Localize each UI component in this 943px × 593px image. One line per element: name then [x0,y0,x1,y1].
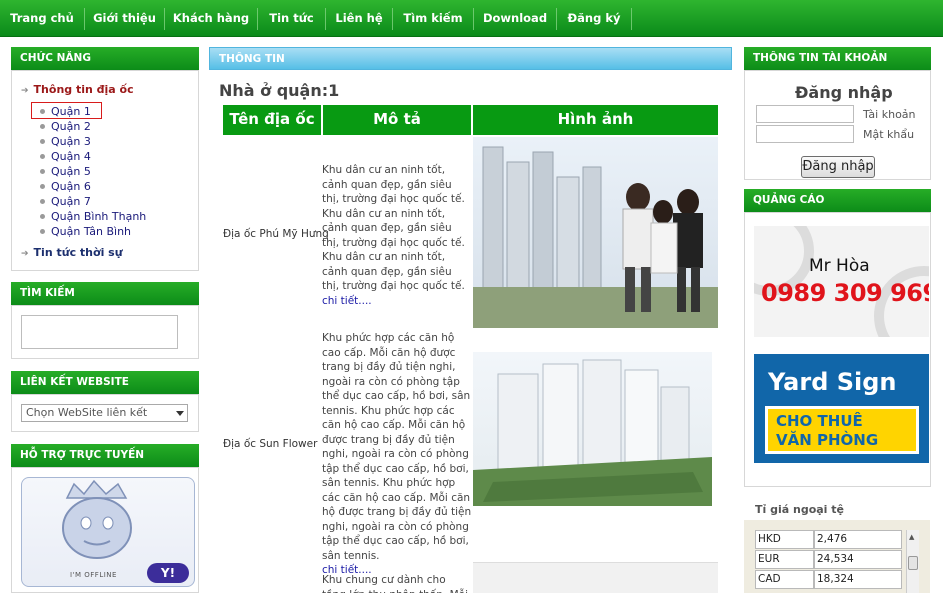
property-description: Khu chung cư dành cho tầng lớp thu nhập … [322,574,468,593]
top-navigation: Trang chủ Giới thiệu Khách hàng Tin tức … [0,0,943,37]
currency-rate: 18,324 [814,570,902,589]
category-real-estate[interactable]: ➔ Thông tin địa ốc [21,83,134,96]
nav-news[interactable]: Tin tức [258,0,325,37]
bullet-icon [40,154,45,159]
scrollbar-thumb[interactable] [908,556,918,570]
column-header-description: Mô tả [323,105,471,135]
username-input[interactable] [756,105,854,123]
info-header: THÔNG TIN [209,47,732,70]
scroll-up-icon[interactable]: ▲ [909,533,914,541]
ad-contact-phone: 0989 309 969 [761,279,929,307]
property-description: Khu phức hợp các căn hộ cao cấp. Mỗi căn… [322,332,472,576]
district-item[interactable]: Quận 3 [51,135,91,148]
bullet-icon [40,139,45,144]
yahoo-logo: Y! [147,563,189,583]
page-title: Nhà ở quận:1 [219,81,340,100]
website-link-select[interactable]: Chọn WebSite liên kết [21,404,188,422]
bullet-icon [40,199,45,204]
property-photo-partial [473,562,718,593]
username-label: Tài khoản [863,108,916,121]
arrow-right-icon: ➔ [21,249,29,259]
functions-header: CHỨC NĂNG [11,47,199,70]
ad-yard-sign-title: Yard Sign [768,368,897,396]
online-support-header: HỖ TRỢ TRỰC TUYẾN [11,444,199,467]
district-item[interactable]: Quận 2 [51,120,91,133]
nav-home[interactable]: Trang chủ [0,0,84,37]
ad-contact-banner[interactable]: Mr Hòa 0989 309 969 [754,226,929,337]
offline-status-text: I'M OFFLINE [70,571,117,579]
property-description: Khu dân cư an ninh tốt, cảnh quan đẹp, g… [322,164,465,307]
currency-rate: 24,534 [814,550,902,569]
category-current-news[interactable]: ➔ Tin tức thời sự [21,246,123,259]
login-title: Đăng nhập [795,83,893,102]
currency-code: HKD [755,530,814,549]
nav-about[interactable]: Giới thiệu [85,0,164,37]
password-label: Mật khẩu [863,128,915,141]
district-item[interactable]: Quận 5 [51,165,91,178]
currency-code: EUR [755,550,814,569]
nav-separator [631,8,632,30]
nav-customers[interactable]: Khách hàng [165,0,257,37]
yahoo-messenger-status[interactable]: I'M OFFLINE Y! [21,477,195,587]
property-photo-towers [473,137,718,328]
currency-rate: 2,476 [814,530,902,549]
district-item[interactable]: Quận 6 [51,180,91,193]
exchange-rate-title: Tỉ giá ngoại tệ [755,503,845,516]
selected-district-highlight [31,102,102,119]
search-header: TÌM KIẾM [11,282,199,305]
exchange-rate-scrollbar[interactable]: ▲ [906,530,919,593]
ad-yard-sign-banner[interactable]: Yard Sign CHO THUÊ VĂN PHÒNG [754,354,929,463]
currency-code: CAD [755,570,814,589]
nav-download[interactable]: Download [474,0,556,37]
ad-contact-name: Mr Hòa [809,256,870,276]
column-header-image: Hình ảnh [473,105,718,135]
bullet-icon [40,184,45,189]
column-header-name: Tên địa ốc [223,105,321,135]
building-model-illustration [473,146,718,328]
arrow-right-icon: ➔ [21,86,29,96]
property-name: Địa ốc Sun Flower [223,438,318,450]
bullet-icon [40,124,45,129]
apartment-complex-illustration [473,359,712,506]
district-item[interactable]: Quận Bình Thạnh [51,210,146,223]
property-name: Địa ốc Phú Mỹ Hưng [223,228,329,240]
nav-search[interactable]: Tìm kiếm [393,0,473,37]
ad-office-rental-box: CHO THUÊ VĂN PHÒNG [765,406,919,454]
account-header: THÔNG TIN TÀI KHOẢN [744,47,931,70]
nav-contact[interactable]: Liên hệ [326,0,392,37]
property-photo-sunflower [473,352,712,506]
ads-header: QUẢNG CÁO [744,189,931,212]
bullet-icon [40,229,45,234]
bullet-icon [40,214,45,219]
password-input[interactable] [756,125,854,143]
nav-register[interactable]: Đăng ký [557,0,631,37]
search-input[interactable] [21,315,178,349]
details-link[interactable]: chi tiết.... [322,295,372,307]
district-item[interactable]: Quận 7 [51,195,91,208]
bullet-icon [40,169,45,174]
website-links-header: LIÊN KẾT WEBSITE [11,371,199,394]
login-button[interactable]: Đăng nhập [801,156,875,178]
chevron-down-icon [176,411,184,416]
district-item[interactable]: Quận 4 [51,150,91,163]
district-item[interactable]: Quận Tân Bình [51,225,131,238]
